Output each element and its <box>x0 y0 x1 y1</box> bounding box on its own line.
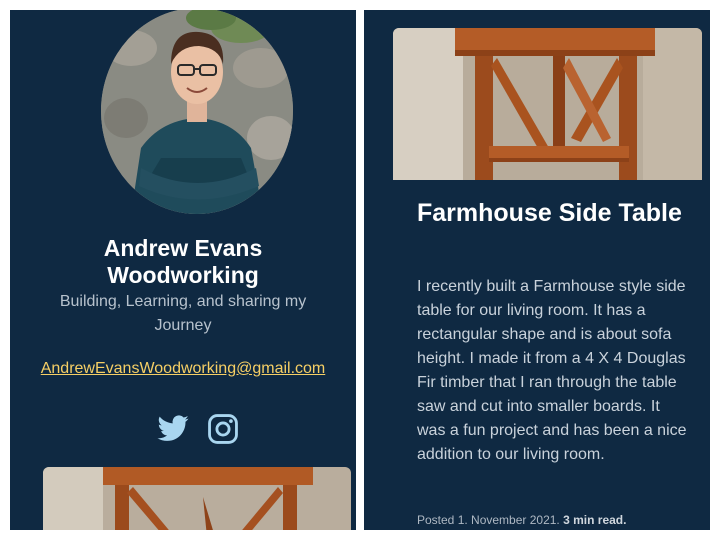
post-meta: Posted 1. November 2021. 3 min read. <box>417 513 697 527</box>
post-title[interactable]: Farmhouse Side Table <box>417 198 687 228</box>
post-hero-image <box>393 28 702 180</box>
post-card-thumbnail[interactable] <box>43 467 351 530</box>
email-container: AndrewEvansWoodworking@gmail.com <box>10 360 356 378</box>
site-title: Andrew Evans Woodworking <box>10 235 356 289</box>
post-body: I recently built a Farmhouse style side … <box>417 278 687 463</box>
post-panel: Farmhouse Side Table I recently built a … <box>364 10 710 530</box>
profile-panel: Andrew Evans Woodworking Building, Learn… <box>10 10 356 530</box>
site-title-line1: Andrew Evans <box>103 235 263 261</box>
tagline: Building, Learning, and sharing my Journ… <box>59 293 307 334</box>
post-date: Posted 1. November 2021. <box>417 513 560 527</box>
instagram-icon[interactable] <box>206 412 240 446</box>
read-time: 3 min read. <box>563 513 627 527</box>
email-link[interactable]: AndrewEvansWoodworking@gmail.com <box>41 360 326 377</box>
social-links <box>156 412 246 446</box>
twitter-icon[interactable] <box>156 412 190 446</box>
avatar <box>101 10 293 214</box>
site-title-line2: Woodworking <box>107 262 259 288</box>
